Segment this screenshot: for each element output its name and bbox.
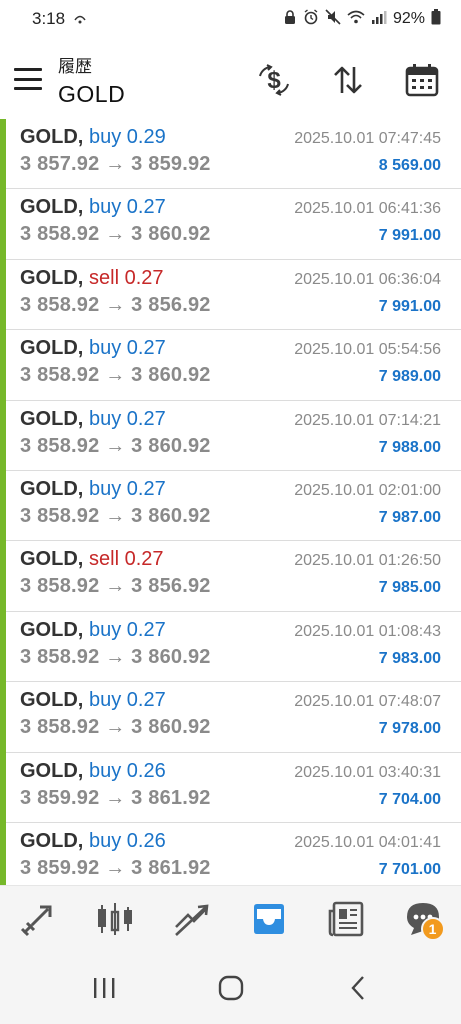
trade-prices: 3 858.92 → 3 860.92 — [20, 223, 211, 246]
battery-level: 92% — [392, 10, 425, 27]
home-icon[interactable] — [207, 964, 255, 1012]
trade-symbol: GOLD, — [20, 337, 84, 360]
trade-symbol: GOLD, — [20, 548, 84, 571]
calendar-icon[interactable] — [402, 60, 442, 100]
trade-time: 2025.10.01 01:08:43 — [294, 622, 441, 640]
trade-prices: 3 858.92 → 3 860.92 — [20, 504, 211, 527]
trade-row[interactable]: GOLD, buy 0.26 3 859.92 → 3 861.92 2025.10.… — [0, 752, 461, 824]
status-time: 3:18 — [32, 9, 66, 28]
trade-symbol: GOLD, — [20, 266, 84, 289]
trade-balance: 7 989.00 — [378, 368, 441, 386]
trade-time: 2025.10.01 01:26:50 — [294, 552, 441, 570]
trade-balance: 7 987.00 — [378, 508, 441, 526]
status-bar: 3:18 92% — [0, 0, 461, 38]
trade-row[interactable]: GOLD, buy 0.27 3 858.92 → 3 860.92 2025.10.… — [0, 400, 461, 472]
trade-history-list[interactable]: GOLD, buy 0.29 3 857.92 → 3 859.92 2025.10.… — [0, 119, 461, 885]
trade-time: 2025.10.01 07:14:21 — [294, 411, 441, 429]
trade-time: 2025.10.01 06:41:36 — [294, 200, 441, 218]
trade-side: buy 0.27 — [89, 689, 166, 712]
trade-row[interactable]: GOLD, buy 0.27 3 858.92 → 3 860.92 2025.10.… — [0, 470, 461, 542]
trade-prices: 3 858.92 → 3 860.92 — [20, 364, 211, 387]
trade-symbol: GOLD, — [20, 477, 84, 500]
trade-row[interactable]: GOLD, buy 0.27 3 858.92 → 3 860.92 2025.10.… — [0, 189, 461, 261]
trade-prices: 3 859.92 → 3 861.92 — [20, 856, 211, 879]
trade-time: 2025.10.01 02:01:00 — [294, 481, 441, 499]
trade-side: sell 0.27 — [89, 266, 164, 289]
trade-prices: 3 858.92 → 3 860.92 — [20, 645, 211, 668]
trade-balance: 7 704.00 — [378, 790, 441, 808]
page-subtitle: 履歴 — [58, 57, 92, 76]
trade-time: 2025.10.01 06:36:04 — [294, 270, 441, 288]
trade-time: 2025.10.01 07:48:07 — [294, 693, 441, 711]
sort-icon[interactable] — [328, 60, 368, 100]
back-icon[interactable] — [334, 964, 382, 1012]
trade-balance: 8 569.00 — [378, 157, 441, 174]
alarm-icon — [303, 8, 319, 30]
trade-row[interactable]: GOLD, buy 0.27 3 858.92 → 3 860.92 2025.10.… — [0, 682, 461, 753]
news-icon[interactable] — [322, 895, 370, 943]
page-title: GOLD — [58, 81, 126, 107]
trade-symbol: GOLD, — [20, 618, 84, 641]
currency-exchange-icon[interactable]: $ — [254, 60, 294, 100]
trade-symbol: GOLD, — [20, 689, 84, 712]
trade-prices: 3 858.92 → 3 856.92 — [20, 293, 211, 316]
trade-balance: 7 978.00 — [378, 720, 441, 738]
trade-row[interactable]: GOLD, sell 0.27 3 858.92 → 3 856.92 2025.10… — [0, 259, 461, 331]
trade-side: buy 0.27 — [89, 407, 166, 430]
trade-side: buy 0.26 — [89, 759, 166, 782]
chat-badge: 1 — [420, 916, 445, 941]
wifi-call-icon — [73, 11, 87, 28]
trade-row[interactable]: GOLD, buy 0.27 3 858.92 → 3 860.92 2025.10.… — [0, 611, 461, 683]
wifi-icon — [347, 10, 365, 29]
battery-icon — [431, 8, 441, 30]
trade-time: 2025.10.01 07:47:45 — [294, 130, 441, 147]
trade-symbol: GOLD, — [20, 196, 84, 219]
chat-icon[interactable]: 1 — [399, 895, 447, 943]
trade-icon[interactable] — [168, 895, 216, 943]
trade-side: buy 0.27 — [89, 618, 166, 641]
system-nav — [0, 951, 461, 1024]
trade-symbol: GOLD, — [20, 759, 84, 782]
trade-time: 2025.10.01 03:40:31 — [294, 763, 441, 781]
trade-side: sell 0.27 — [89, 548, 164, 571]
signal-icon — [371, 10, 387, 29]
trade-row[interactable]: GOLD, buy 0.26 3 859.92 → 3 861.92 2025.10.… — [0, 822, 461, 885]
trade-prices: 3 858.92 → 3 860.92 — [20, 716, 211, 739]
app-header: 履歴 GOLD $ — [0, 38, 461, 118]
trade-row[interactable]: GOLD, buy 0.29 3 857.92 → 3 859.92 2025.10.… — [0, 119, 461, 190]
trade-symbol: GOLD, — [20, 829, 84, 852]
trade-symbol: GOLD, — [20, 407, 84, 430]
chart-icon[interactable] — [91, 895, 139, 943]
menu-icon[interactable] — [14, 68, 42, 90]
trade-time: 2025.10.01 05:54:56 — [294, 341, 441, 359]
trade-balance: 7 988.00 — [378, 438, 441, 456]
trade-balance: 7 991.00 — [378, 297, 441, 315]
trade-balance: 7 985.00 — [378, 579, 441, 597]
trade-side: buy 0.27 — [89, 337, 166, 360]
trade-row[interactable]: GOLD, sell 0.27 3 858.92 → 3 856.92 2025.10… — [0, 541, 461, 613]
trade-balance: 7 983.00 — [378, 649, 441, 667]
bottom-nav: 1 — [0, 885, 461, 951]
history-icon[interactable] — [245, 895, 293, 943]
title-block: 履歴 GOLD — [58, 52, 125, 108]
trade-row[interactable]: GOLD, buy 0.27 3 858.92 → 3 860.92 2025.10.… — [0, 330, 461, 401]
trade-time: 2025.10.01 04:01:41 — [294, 833, 441, 851]
trade-balance: 7 701.00 — [378, 860, 441, 878]
trade-balance: 7 991.00 — [378, 227, 441, 245]
mute-icon — [325, 8, 341, 30]
trade-side: buy 0.26 — [89, 829, 166, 852]
recent-apps-icon[interactable] — [80, 964, 128, 1012]
trade-prices: 3 857.92 → 3 859.92 — [20, 153, 211, 175]
trade-symbol: GOLD, — [20, 126, 84, 148]
trade-prices: 3 858.92 → 3 856.92 — [20, 575, 211, 598]
trade-side: buy 0.27 — [89, 477, 166, 500]
trade-side: buy 0.29 — [89, 126, 166, 148]
trade-prices: 3 859.92 → 3 861.92 — [20, 786, 211, 809]
quotes-icon[interactable] — [14, 895, 62, 943]
trade-prices: 3 858.92 → 3 860.92 — [20, 434, 211, 457]
trade-side: buy 0.27 — [89, 196, 166, 219]
lock-icon — [283, 9, 297, 30]
